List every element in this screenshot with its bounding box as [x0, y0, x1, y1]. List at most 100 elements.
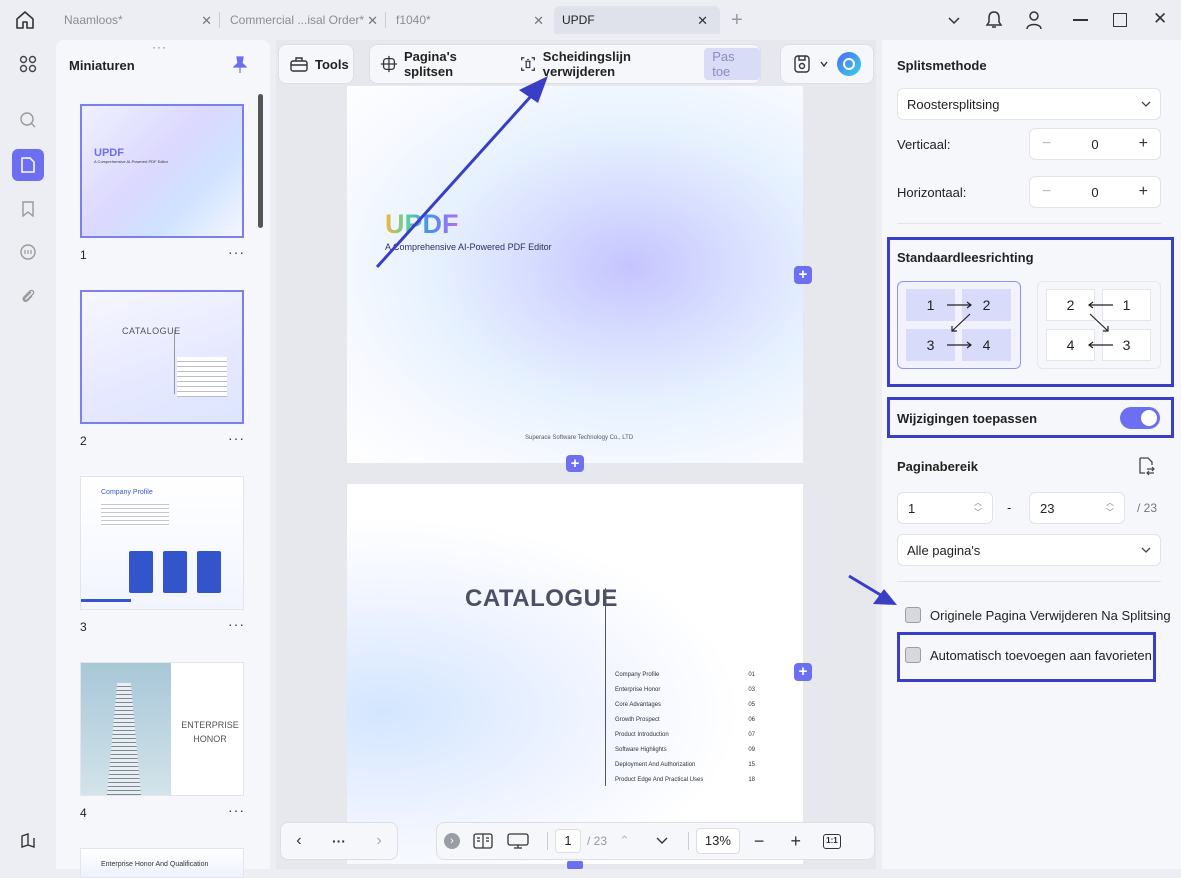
toc-page: 05	[748, 702, 755, 708]
range-from-input[interactable]: 1 ︿ ﹀	[897, 492, 993, 524]
minus-icon[interactable]: −	[1042, 183, 1051, 201]
pages-select-value: Alle pagina's	[907, 542, 981, 558]
page-number: 2	[80, 434, 87, 448]
thumb-toc	[177, 357, 227, 397]
plus-icon[interactable]: +	[1139, 135, 1148, 153]
range-to-value: 23	[1040, 500, 1055, 516]
toc-title: Product Introduction	[615, 732, 669, 738]
insert-page-icon[interactable]: +	[794, 266, 812, 284]
vertical-stepper[interactable]: − 0 +	[1029, 128, 1161, 160]
pin-icon[interactable]	[233, 56, 247, 74]
chevron-up-icon[interactable]: ⌃	[619, 833, 630, 849]
next-icon[interactable]: ›	[376, 832, 381, 850]
page-thumbnail[interactable]: ENTERPRISE HONOR	[80, 662, 244, 796]
more-icon[interactable]: ···	[228, 430, 245, 446]
presentation-icon[interactable]	[507, 832, 529, 850]
split-method-title: Splitsmethode	[897, 58, 987, 73]
delete-original-checkbox[interactable]	[905, 607, 921, 623]
page-number-input[interactable]: 1	[555, 829, 581, 853]
thumb-card	[129, 551, 153, 593]
horizontal-value[interactable]: 0	[1091, 185, 1098, 200]
new-tab-icon[interactable]: +	[731, 9, 743, 32]
tab-f1040[interactable]: f1040* ✕	[388, 6, 548, 34]
pages-select[interactable]: Alle pagina's	[897, 534, 1161, 566]
vertical-value[interactable]: 0	[1091, 137, 1098, 152]
plus-icon[interactable]: +	[1139, 183, 1148, 201]
home-icon[interactable]	[14, 9, 36, 31]
remove-divider-button[interactable]: Scheidingslijn verwijderen	[509, 46, 700, 82]
apps-icon[interactable]	[12, 48, 44, 80]
ai-assistant-icon[interactable]	[837, 52, 861, 76]
toc-item: Enterprise Honor 03	[615, 687, 755, 702]
page-thumbnail[interactable]: Enterprise Honor And Qualification	[80, 848, 244, 878]
apply-button[interactable]: Pas toe	[704, 48, 760, 80]
highlight-box-apply-changes	[887, 397, 1174, 438]
more-icon[interactable]: ···	[228, 616, 245, 632]
divider	[897, 581, 1161, 582]
pages-icon[interactable]	[12, 149, 44, 181]
toc-page: 09	[748, 747, 755, 753]
toc-item: Product Introduction 07	[615, 732, 755, 747]
tab-updf[interactable]: UPDF ✕	[554, 6, 720, 34]
insert-page-icon[interactable]: +	[566, 455, 584, 472]
prev-icon[interactable]: ‹	[296, 832, 301, 850]
range-to-input[interactable]: 23 ︿ ﹀	[1029, 492, 1125, 524]
zoom-in-icon[interactable]: +	[790, 831, 801, 852]
page-thumbnail[interactable]: CATALOGUE	[80, 290, 244, 424]
toc-page: 01	[748, 672, 755, 678]
maximize-icon[interactable]	[1113, 13, 1127, 27]
thumb-card	[163, 551, 187, 593]
spin-icon[interactable]: ︿ ﹀	[974, 498, 982, 518]
close-window-icon[interactable]: ✕	[1153, 9, 1167, 29]
page-thumbnail[interactable]: Company Profile	[80, 476, 244, 610]
page-divider	[605, 588, 606, 786]
split-method-select[interactable]: Roostersplitsing	[897, 88, 1161, 120]
range-swap-icon[interactable]	[1136, 456, 1156, 476]
tab-commercial[interactable]: Commercial ...isal Order* ✕	[222, 6, 382, 34]
minus-icon[interactable]: −	[1042, 135, 1051, 153]
minimize-icon[interactable]	[1073, 19, 1088, 21]
attachment-icon[interactable]	[12, 281, 44, 313]
close-icon[interactable]: ✕	[367, 13, 378, 29]
document-page[interactable]: UPDF A Comprehensive AI-Powered PDF Edit…	[347, 86, 803, 463]
tools-button[interactable]: Tools	[279, 46, 359, 82]
zoom-out-icon[interactable]: −	[754, 831, 765, 852]
fit-icon[interactable]: 1:1	[822, 833, 841, 849]
insert-page-icon[interactable]: +	[794, 663, 812, 681]
drag-handle-icon[interactable]: ···	[152, 40, 167, 54]
remove-line-icon	[520, 57, 535, 71]
bookmark-icon[interactable]	[12, 193, 44, 225]
chevron-down-icon	[1141, 547, 1151, 553]
user-icon[interactable]	[1025, 10, 1043, 30]
collapse-icon[interactable]: ›	[444, 833, 460, 849]
chevron-down-icon[interactable]	[819, 59, 829, 69]
chevron-down-icon[interactable]	[656, 836, 668, 846]
thumb-text	[101, 501, 169, 527]
page-number: 3	[80, 620, 87, 634]
close-icon[interactable]: ✕	[697, 13, 708, 29]
tab-naamloos[interactable]: Naamloos* ✕	[56, 6, 216, 34]
comment-icon[interactable]	[12, 236, 44, 268]
scrollbar[interactable]	[258, 94, 263, 228]
spin-icon[interactable]: ︿ ﹀	[1106, 498, 1114, 518]
layers-icon[interactable]	[12, 825, 44, 857]
more-icon[interactable]: ···	[228, 802, 245, 818]
document-page[interactable]: CATALOGUE Company Profile 01 Enterprise H…	[347, 484, 803, 864]
search-icon[interactable]	[12, 104, 44, 136]
split-settings-panel: Splitsmethode Roostersplitsing Verticaal…	[882, 40, 1181, 869]
close-icon[interactable]: ✕	[201, 13, 212, 29]
thumb-card	[197, 551, 221, 593]
toolbox-icon	[290, 57, 308, 72]
page-thumbnail[interactable]: UPDF A Comprehensive AI-Powered PDF Edit…	[80, 104, 244, 238]
more-icon[interactable]: ···	[228, 244, 245, 260]
split-pages-button[interactable]: Pagina's splitsen	[370, 46, 509, 82]
save-icon[interactable]	[793, 54, 811, 74]
chevron-down-icon[interactable]	[946, 12, 962, 28]
more-pages-button[interactable]: ···	[332, 833, 346, 849]
page-layout-icon[interactable]	[473, 832, 493, 850]
horizontal-stepper[interactable]: − 0 +	[1029, 176, 1161, 208]
tab-label: f1040*	[396, 13, 431, 27]
bell-icon[interactable]	[985, 10, 1003, 30]
zoom-input[interactable]: 13%	[695, 828, 740, 854]
close-icon[interactable]: ✕	[533, 13, 544, 29]
